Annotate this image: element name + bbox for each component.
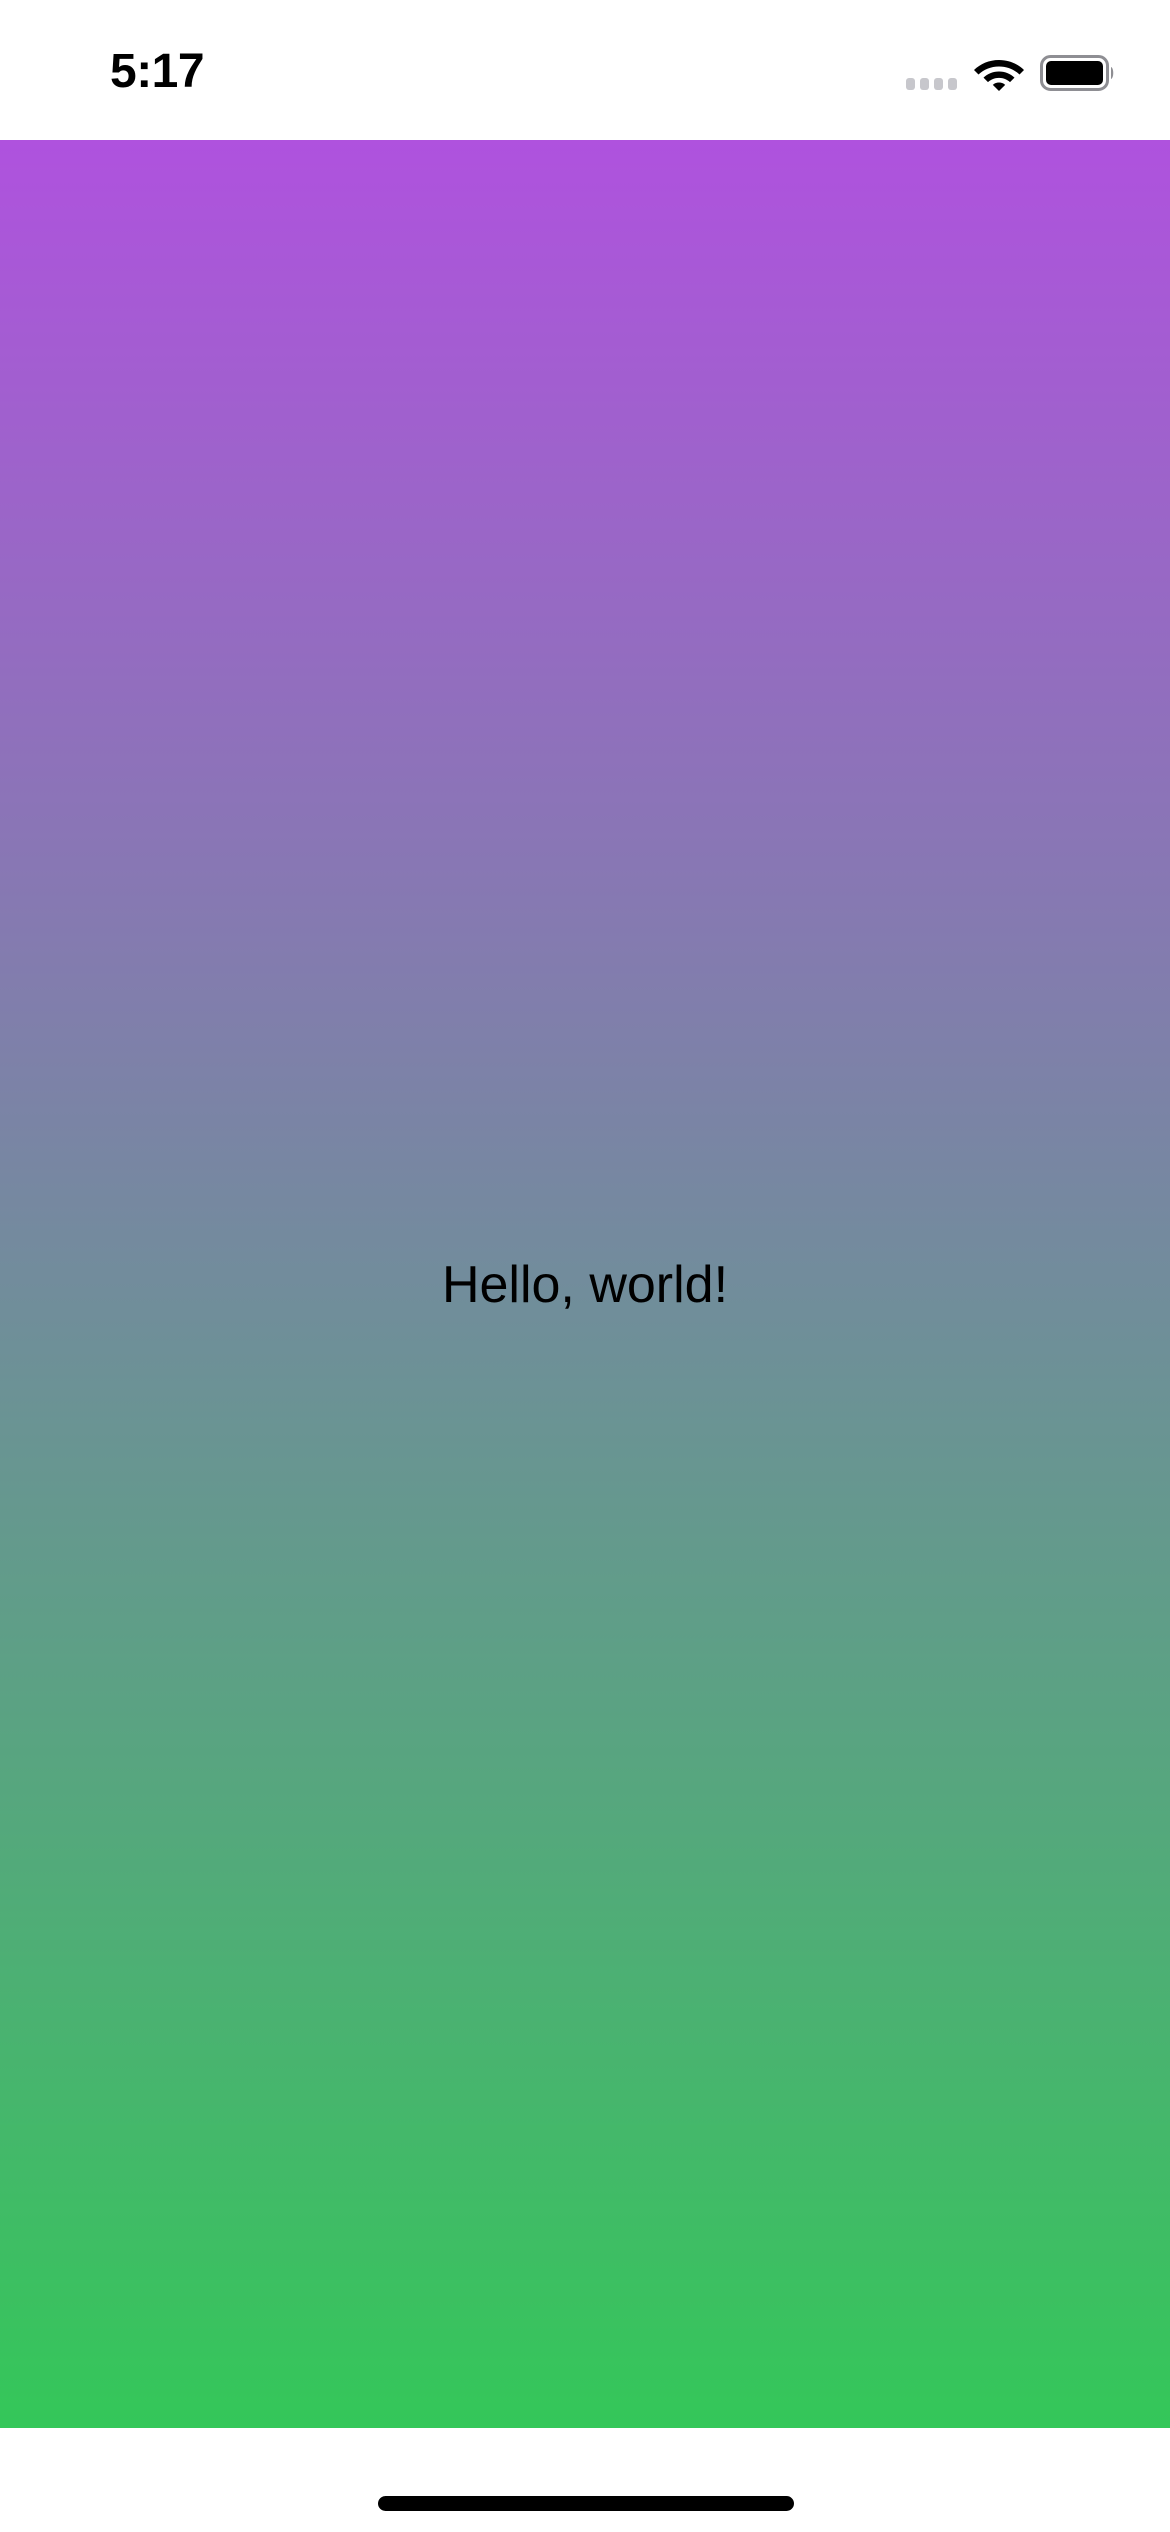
- signal-dot: [948, 78, 957, 90]
- signal-dot: [934, 78, 943, 90]
- app-screen: 5:17 Hello, world!: [0, 0, 1170, 2532]
- home-indicator-area: [0, 2428, 1170, 2532]
- home-indicator-bar[interactable]: [378, 2496, 794, 2511]
- status-bar: 5:17: [0, 0, 1170, 140]
- battery-icon: [1040, 55, 1114, 91]
- signal-dot: [920, 78, 929, 90]
- cellular-signal-dots-icon: [906, 78, 960, 90]
- hello-world-text: Hello, world!: [441, 1256, 729, 1314]
- signal-dot: [906, 78, 915, 90]
- wifi-icon: [974, 60, 1024, 91]
- status-time: 5:17: [110, 45, 205, 98]
- gradient-background: Hello, world!: [0, 140, 1170, 2428]
